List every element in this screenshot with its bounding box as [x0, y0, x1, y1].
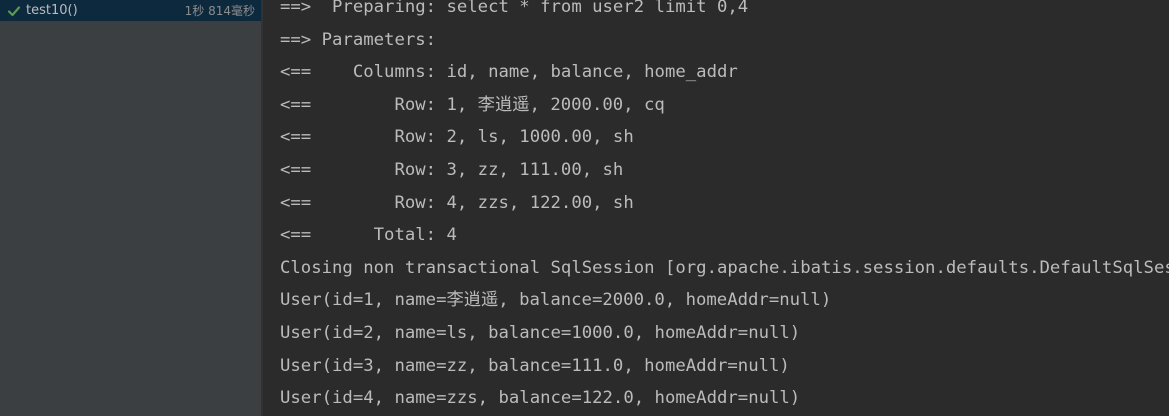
test-name: test10() — [26, 3, 78, 18]
console-line: User(id=1, name=李逍遥, balance=2000.0, hom… — [280, 290, 832, 311]
console-output[interactable]: ==> Preparing: select * from user2 limit… — [263, 0, 1169, 416]
console-line: User(id=3, name=zz, balance=111.0, homeA… — [280, 355, 790, 376]
console-line: Closing non transactional SqlSession [or… — [280, 257, 1169, 278]
test-duration: 1秒 814毫秒 — [184, 4, 255, 18]
console-line: User(id=4, name=zzs, balance=122.0, home… — [280, 388, 801, 409]
test-tree-item[interactable]: test10() 1秒 814毫秒 — [0, 0, 261, 21]
console-line: <== Columns: id, name, balance, home_add… — [280, 62, 738, 83]
run-tool-window: test10() 1秒 814毫秒 ==> Preparing: select … — [0, 0, 1169, 416]
console-line: ==> Parameters: — [280, 29, 447, 50]
check-icon — [7, 4, 21, 18]
console-lines: ==> Preparing: select * from user2 limit… — [280, 0, 1169, 415]
console-line: <== Total: 4 — [280, 225, 457, 246]
console-line: User(id=2, name=ls, balance=1000.0, home… — [280, 322, 801, 343]
console-line: ==> Preparing: select * from user2 limit… — [280, 0, 749, 17]
console-line: <== Row: 1, 李逍遥, 2000.00, cq — [280, 94, 665, 115]
console-line: <== Row: 3, zz, 111.00, sh — [280, 159, 624, 180]
console-line: <== Row: 2, ls, 1000.00, sh — [280, 127, 634, 148]
test-results-tree[interactable]: test10() 1秒 814毫秒 — [0, 0, 261, 416]
console-line: <== Row: 4, zzs, 122.00, sh — [280, 192, 634, 213]
